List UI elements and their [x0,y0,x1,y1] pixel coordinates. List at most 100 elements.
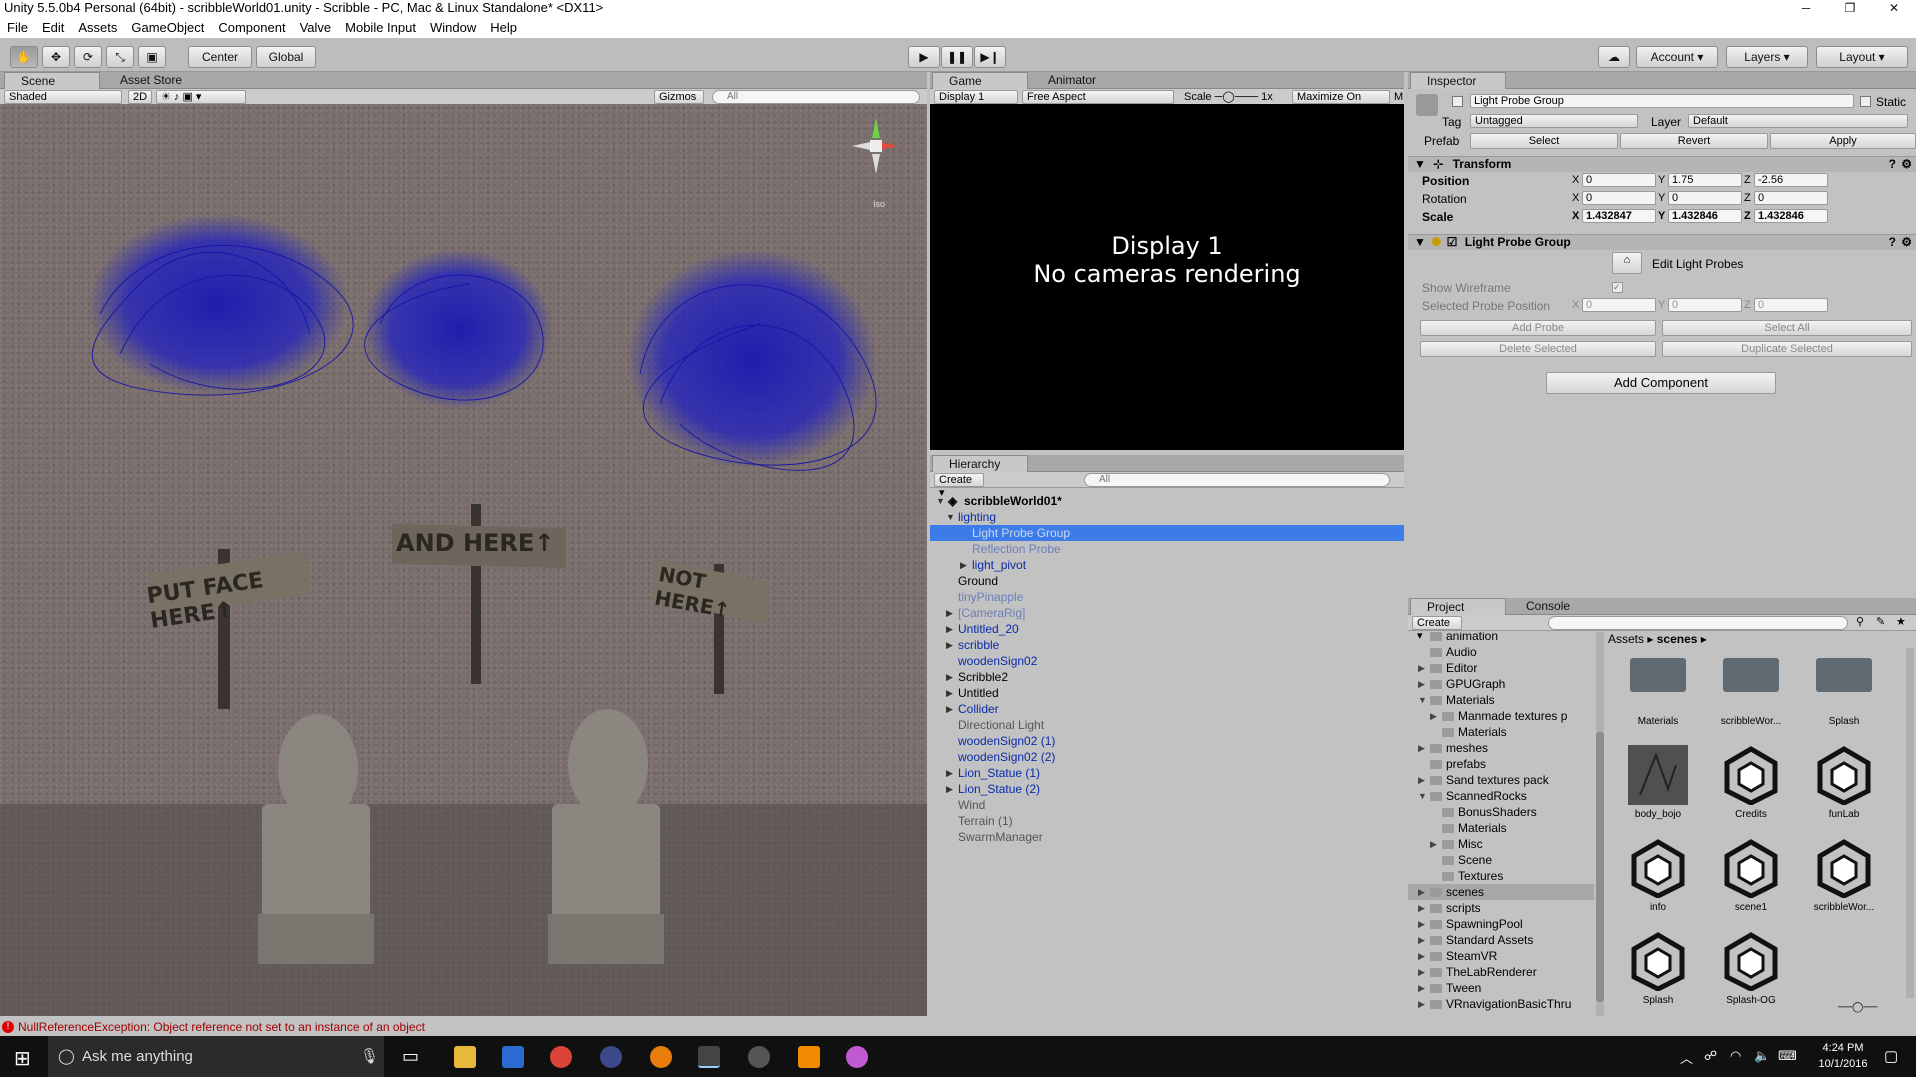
transform-expand-icon[interactable]: ▼ [1414,157,1426,171]
project-folder-item[interactable]: ▶ TheLabRenderer [1408,964,1594,980]
tab-project[interactable]: Project [1410,598,1506,615]
hierarchy-item[interactable]: Light Probe Group [930,525,1404,541]
hierarchy-item[interactable]: ▶ [CameraRig] [930,605,1404,621]
expand-arrow-icon[interactable]: ▶ [946,621,953,637]
tray-chevron-icon[interactable]: ︿ [1680,1048,1693,1067]
folder-expand-icon[interactable]: ▼ [1418,692,1427,708]
project-folder-item[interactable]: Audio [1408,644,1594,660]
project-folder-item[interactable]: Materials [1408,724,1594,740]
hierarchy-item[interactable]: ▶ scribble [930,637,1404,653]
vlc-icon[interactable] [798,1046,820,1068]
lpg-expand-icon[interactable]: ▼ [1414,235,1426,249]
folder-expand-icon[interactable]: ▶ [1418,932,1425,948]
folder-expand-icon[interactable]: ▶ [1418,996,1425,1012]
folder-expand-icon[interactable]: ▶ [1418,676,1425,692]
tab-game[interactable]: Game [932,72,1028,89]
menu-help[interactable]: Help [483,18,524,38]
tray-clock[interactable]: 4:24 PM 10/1/2016 [1808,1040,1878,1072]
project-folder-item[interactable]: Textures [1408,868,1594,884]
layers-dropdown[interactable]: Layers ▾ [1726,46,1808,68]
project-folder-item[interactable]: ▶ scripts [1408,900,1594,916]
expand-arrow-icon[interactable]: ▶ [946,669,953,685]
scene-view[interactable]: PUT FACE HERE↑ AND HERE↑ NOT HERE↑ Iso [0,104,927,1016]
display-dropdown[interactable]: Display 1 [934,90,1018,104]
action-center-icon[interactable]: ▢ [1884,1047,1898,1065]
tab-asset-store[interactable]: Asset Store [104,72,192,89]
hierarchy-item[interactable]: ▶ Lion_Statue (2) [930,781,1404,797]
unity-taskbar-icon[interactable] [698,1046,720,1068]
2d-toggle[interactable]: 2D [128,90,152,104]
expand-arrow-icon[interactable]: ▶ [946,765,953,781]
asset-item[interactable]: body_bojo [1618,745,1698,820]
orientation-gizmo[interactable]: Iso [848,116,910,212]
transform-header[interactable]: ▼ ⊹ Transform ? ⚙ [1408,156,1916,172]
expand-arrow-icon[interactable]: ▶ [946,781,953,797]
hierarchy-item[interactable]: ▶ light_pivot [930,557,1404,573]
tab-console[interactable]: Console [1510,598,1580,615]
blender-icon[interactable] [650,1046,672,1068]
asset-item[interactable]: Materials [1618,652,1698,727]
hierarchy-item[interactable]: ▶ Lion_Statue (1) [930,765,1404,781]
space-global-button[interactable]: Global [256,46,316,68]
rotate-tool-icon[interactable]: ⟳ [74,46,102,68]
folder-expand-icon[interactable]: ▶ [1418,884,1425,900]
gizmos-dropdown[interactable]: Gizmos ▾ [654,90,704,116]
move-tool-icon[interactable]: ✥ [42,46,70,68]
project-folder-item[interactable]: ▶ SteamVR [1408,948,1594,964]
menu-window[interactable]: Window [423,18,483,38]
maximize-on-play-toggle[interactable]: Maximize On Play [1292,90,1390,116]
maximize-icon[interactable]: ❐ [1830,0,1870,16]
y-value-field[interactable]: 1.432846 [1668,209,1742,223]
folder-expand-icon[interactable]: ▶ [1418,660,1425,676]
zoom-slider[interactable]: ──◯── [1838,1002,1888,1013]
delete-selected-button[interactable]: Delete Selected [1420,341,1656,357]
asset-item[interactable]: Splash [1804,652,1884,727]
breadcrumb-scenes[interactable]: scenes [1657,632,1698,646]
filter-by-label-icon[interactable]: ✎ [1876,615,1885,630]
file-explorer-icon[interactable] [454,1046,476,1068]
folder-expand-icon[interactable]: ▶ [1418,772,1425,788]
menu-mobile-input[interactable]: Mobile Input [338,18,423,38]
tree-scrollbar-thumb[interactable] [1596,732,1604,1002]
minimize-icon[interactable]: ─ [1786,0,1826,16]
folder-expand-icon[interactable]: ▶ [1418,916,1425,932]
cortana-search-box[interactable]: ◯ Ask me anything 🎙 [48,1036,384,1077]
hierarchy-item[interactable]: ▶ Scribble2 [930,669,1404,685]
rect-tool-icon[interactable]: ▣ [138,46,166,68]
static-checkbox[interactable] [1860,96,1871,107]
chrome-icon[interactable] [550,1046,572,1068]
tab-animator[interactable]: Animator [1032,72,1106,89]
hierarchy-item[interactable]: woodenSign02 [930,653,1404,669]
pause-button[interactable]: ❚❚ [941,46,973,68]
hierarchy-item[interactable]: ▶ Untitled [930,685,1404,701]
duplicate-selected-button[interactable]: Duplicate Selected [1662,341,1912,357]
tray-keyboard-icon[interactable]: ⌨ [1778,1048,1797,1064]
hand-tool-icon[interactable]: ✋ [10,46,38,68]
expand-arrow-icon[interactable]: ▶ [960,557,967,573]
project-folder-item[interactable]: animation [1408,632,1594,644]
microphone-icon[interactable]: 🎙 [360,1036,379,1077]
project-folder-item[interactable]: ▶ Sand textures pack [1408,772,1594,788]
hierarchy-item[interactable]: tinyPinapple [930,589,1404,605]
add-component-button[interactable]: Add Component [1546,372,1776,394]
menu-edit[interactable]: Edit [35,18,71,38]
project-create-dropdown[interactable]: Create ▾ [1412,616,1462,642]
settings-gear-icon[interactable]: ⚙ [1901,157,1912,172]
expand-arrow-icon[interactable]: ▶ [946,605,953,621]
project-search-input[interactable] [1548,616,1848,630]
asset-item[interactable]: scene1 [1711,838,1791,913]
project-folder-item[interactable]: ▶ scenes [1408,884,1594,900]
asset-item[interactable]: Splash-OG [1711,931,1791,1006]
tree-scrollbar[interactable] [1596,632,1604,1016]
scene-view-toggles[interactable]: ☀ ♪ ▣ ▾ [156,90,246,104]
asset-item[interactable]: Splash [1618,931,1698,1006]
folder-expand-icon[interactable]: ▶ [1418,900,1425,916]
asset-item[interactable]: scribbleWor... [1711,652,1791,727]
lpg-enabled-checkbox[interactable]: ☑ [1447,235,1458,249]
folder-expand-icon[interactable]: ▶ [1418,740,1425,756]
scale-tool-icon[interactable]: ⤡ [106,46,134,68]
obs-icon[interactable] [748,1046,770,1068]
project-folder-item[interactable]: Scene [1408,852,1594,868]
hierarchy-scene-row[interactable]: ▼ ◈ scribbleWorld01* [930,493,1404,509]
scale-slider[interactable]: Scale ─◯─── 1x [1184,90,1273,105]
